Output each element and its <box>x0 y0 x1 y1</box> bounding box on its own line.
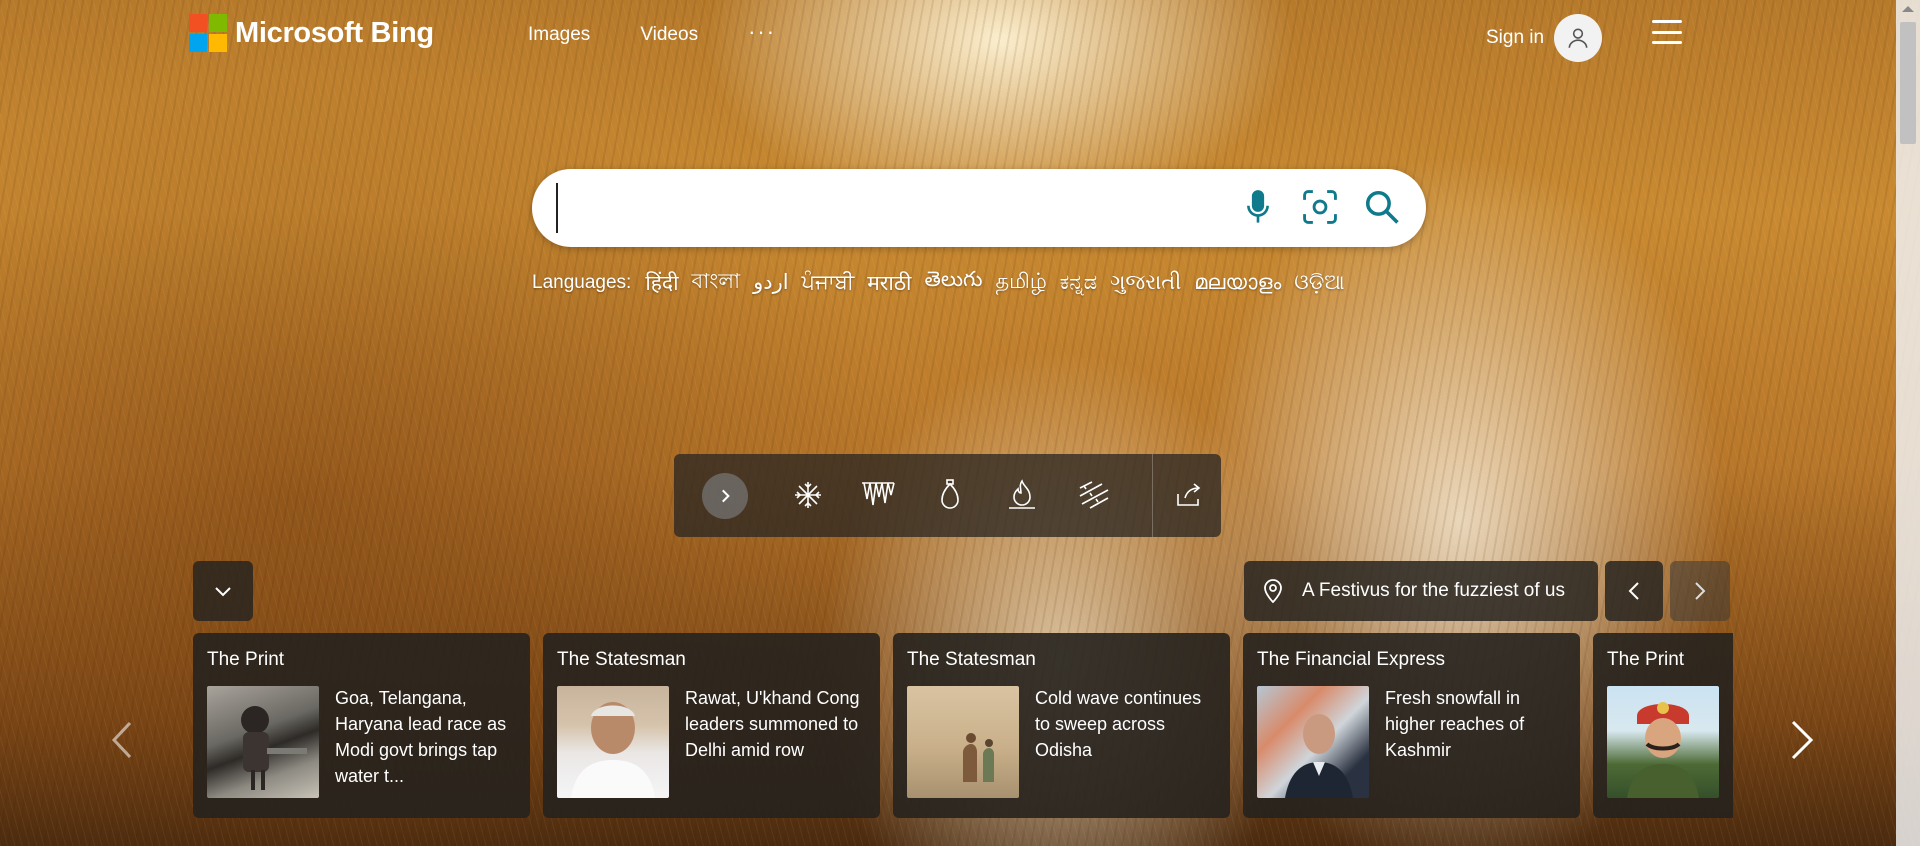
image-caption[interactable]: A Festivus for the fuzziest of us <box>1244 561 1598 621</box>
nav-images[interactable]: Images <box>528 24 590 46</box>
news-thumbnail[interactable] <box>207 686 319 798</box>
language-link[interactable]: ਪੰਜਾਬੀ <box>802 271 855 295</box>
language-link[interactable]: मराठी <box>867 269 911 297</box>
language-link[interactable]: اردو <box>753 270 788 295</box>
nav-videos[interactable]: Videos <box>640 24 698 46</box>
signin-label[interactable]: Sign in <box>1486 27 1544 49</box>
avatar[interactable] <box>1554 14 1603 62</box>
next-chevron-icon[interactable] <box>702 473 748 519</box>
news-headline[interactable]: Fresh snowfall in higher reaches of Kash… <box>1385 685 1571 763</box>
news-thumbnail[interactable] <box>1607 686 1719 798</box>
news-source: The Statesman <box>557 649 686 670</box>
fire-icon[interactable] <box>1004 477 1040 513</box>
scroll-thumb[interactable] <box>1900 22 1916 144</box>
chevron-left-icon <box>111 721 132 759</box>
language-link[interactable]: ಕನ್ನಡ <box>1060 271 1097 295</box>
news-thumbnail[interactable] <box>1257 686 1369 798</box>
search-icon[interactable] <box>1362 187 1402 227</box>
news-carousel: The Print Goa, Telangana, Haryana lead r… <box>193 633 1733 818</box>
bing-logo[interactable]: Microsoft Bing <box>189 14 434 52</box>
search-input[interactable] <box>556 183 1216 233</box>
location-pin-icon <box>1264 579 1282 604</box>
chevron-right-icon <box>1695 582 1706 600</box>
language-link[interactable]: ગુજરાતી <box>1110 271 1181 295</box>
snowflake-icon[interactable] <box>790 477 826 513</box>
chevron-down-icon <box>215 587 231 597</box>
news-source: The Financial Express <box>1257 649 1445 670</box>
signin-area[interactable]: Sign in <box>1486 14 1603 62</box>
collapse-button[interactable] <box>193 561 253 621</box>
image-toolbar <box>674 454 1221 537</box>
chevron-right-icon <box>1791 720 1814 760</box>
microphone-icon[interactable] <box>1238 187 1278 227</box>
language-link[interactable]: বাংলা <box>692 265 741 300</box>
header: Microsoft Bing Images Videos ··· Sign in <box>0 0 1920 70</box>
news-headline[interactable]: Cold wave continues to sweep across Odis… <box>1035 685 1221 763</box>
top-nav: Images Videos ··· <box>528 21 826 46</box>
news-card[interactable]: The Statesman Rawat, U'khand Cong leader… <box>543 633 880 818</box>
news-source: The Statesman <box>907 649 1036 670</box>
menu-icon[interactable] <box>1652 20 1682 44</box>
brand-name: Microsoft Bing <box>235 16 434 49</box>
nav-more[interactable]: ··· <box>748 21 776 43</box>
next-image-button[interactable] <box>1670 561 1730 621</box>
news-card[interactable]: The Financial Express Fresh snowfall in … <box>1243 633 1580 818</box>
ornament-icon[interactable] <box>932 477 968 513</box>
news-next-button[interactable] <box>1786 716 1818 764</box>
language-link[interactable]: ଓଡ଼ିଆ <box>1294 271 1344 295</box>
language-link[interactable]: हिंदी <box>645 269 678 297</box>
news-card[interactable]: The Statesman Cold wave continues to swe… <box>893 633 1230 818</box>
search-actions <box>1238 187 1402 227</box>
news-thumbnail[interactable] <box>907 686 1019 798</box>
news-thumbnail[interactable] <box>557 686 669 798</box>
search-box <box>532 169 1426 247</box>
toolbar-divider <box>1152 454 1153 537</box>
visual-search-icon[interactable] <box>1300 187 1340 227</box>
icicles-icon[interactable] <box>860 477 896 513</box>
language-link[interactable]: తెలుగు <box>924 268 982 297</box>
news-source: The Print <box>207 649 285 670</box>
microsoft-logo-icon <box>189 14 227 52</box>
share-icon[interactable] <box>1170 477 1206 513</box>
news-prev-button[interactable] <box>108 718 136 762</box>
user-icon <box>1568 28 1588 48</box>
news-source: The Print <box>1607 649 1685 670</box>
language-link[interactable]: தமிழ் <box>996 270 1047 296</box>
news-headline[interactable]: Rawat, U'khand Cong leaders summoned to … <box>685 685 871 763</box>
languages-bar: Languages: हिंदी বাংলা اردو ਪੰਜਾਬੀ मराठी… <box>532 265 1358 300</box>
chevron-left-icon <box>1628 582 1639 600</box>
caption-text[interactable]: A Festivus for the fuzziest of us <box>1302 580 1565 602</box>
wind-icon[interactable] <box>1076 477 1112 513</box>
news-headline[interactable]: Goa, Telangana, Haryana lead race as Mod… <box>335 685 521 789</box>
scroll-up-arrow-icon[interactable] <box>1902 6 1914 12</box>
languages-label: Languages: <box>532 271 632 293</box>
news-card[interactable]: The Print Goa, Telangana, Haryana lead r… <box>193 633 530 818</box>
news-card[interactable]: The Print <box>1593 633 1733 818</box>
language-link[interactable]: മലയാളം <box>1194 271 1281 295</box>
previous-image-button[interactable] <box>1605 561 1663 621</box>
scrollbar[interactable] <box>1896 0 1920 846</box>
